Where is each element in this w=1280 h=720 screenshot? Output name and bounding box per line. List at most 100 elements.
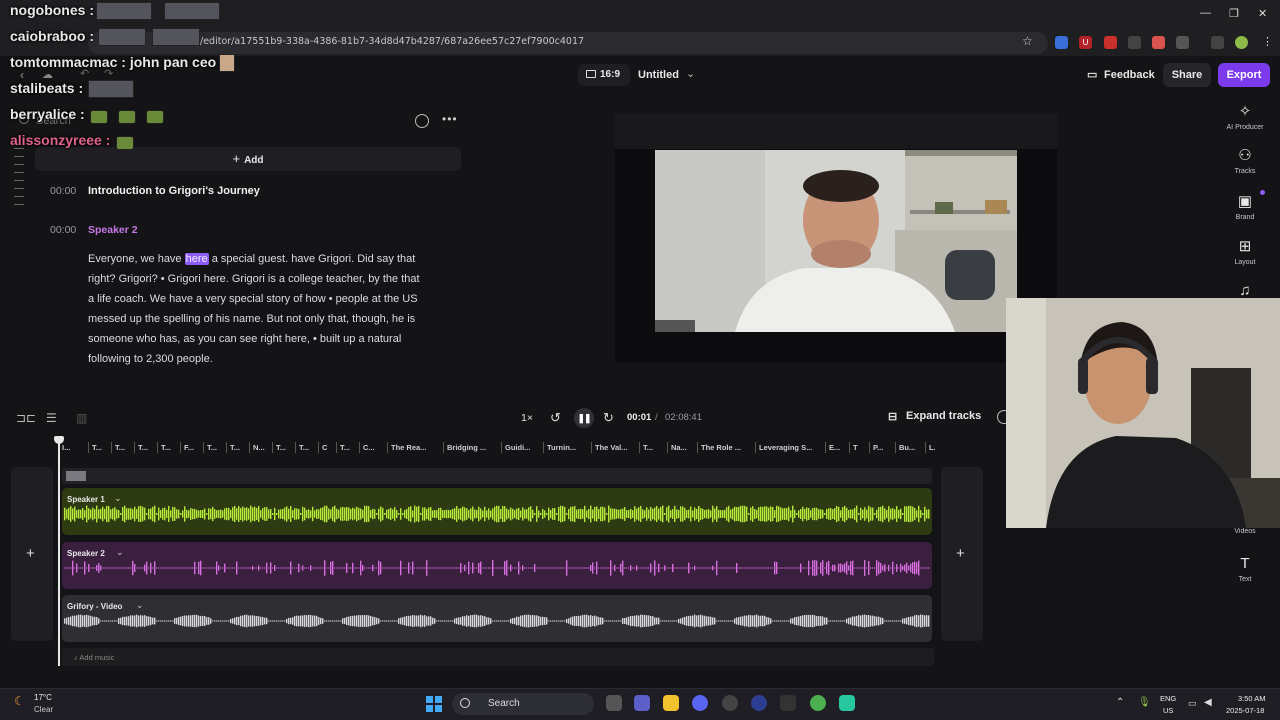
maximize-icon[interactable]: ❐ bbox=[1229, 7, 1239, 20]
playhead[interactable] bbox=[58, 439, 60, 666]
rail-text[interactable]: T Text bbox=[1220, 555, 1270, 583]
media-player-icon[interactable] bbox=[751, 695, 767, 711]
chevron-down-icon[interactable]: ⌄ bbox=[686, 67, 695, 80]
chapter-label[interactable]: T... bbox=[643, 443, 653, 452]
add-track-left-icon[interactable]: + bbox=[26, 545, 35, 562]
chapter-label[interactable]: E... bbox=[829, 443, 840, 452]
video-track[interactable]: Grifory - Video ⌄ bbox=[62, 595, 932, 642]
section-title[interactable]: Introduction to Grigori's Journey bbox=[88, 185, 260, 197]
network-icon[interactable]: ▭ bbox=[1188, 698, 1197, 709]
chrome-icon[interactable] bbox=[810, 695, 826, 711]
app-icon[interactable] bbox=[780, 695, 796, 711]
export-button[interactable]: Export bbox=[1218, 63, 1270, 87]
add-track-right-icon[interactable]: + bbox=[956, 545, 965, 562]
thumbnail-track[interactable] bbox=[62, 468, 932, 484]
more-options-icon[interactable]: ••• bbox=[442, 112, 458, 126]
url-text[interactable]: /editor/a17551b9-338a-4386-81b7-34d8d47b… bbox=[200, 36, 584, 47]
speaker-1-track[interactable]: Speaker 1 ⌄ bbox=[62, 488, 932, 535]
weather-condition[interactable]: Clear bbox=[34, 705, 53, 714]
input-language[interactable]: ENG bbox=[1160, 694, 1176, 703]
chapter-label[interactable]: Bridging ... bbox=[447, 443, 486, 452]
microphone-icon[interactable]: 🎙 bbox=[1138, 697, 1151, 708]
chapter-label[interactable]: L... bbox=[929, 443, 935, 452]
chapter-label[interactable]: T... bbox=[207, 443, 217, 452]
minimize-icon[interactable]: — bbox=[1200, 7, 1211, 19]
split-view-icon[interactable]: ⊐⊏ bbox=[16, 411, 36, 425]
add-music-bar[interactable]: ♪ Add music bbox=[62, 648, 934, 666]
transcript-paragraph[interactable]: Everyone, we have here a special guest. … bbox=[88, 249, 423, 369]
mic-extension-icon[interactable] bbox=[1128, 36, 1141, 49]
chapter-label[interactable]: T... bbox=[230, 443, 240, 452]
ublock-icon[interactable]: U bbox=[1079, 36, 1092, 49]
speaker-timestamp[interactable]: 00:00 bbox=[50, 224, 76, 236]
extension-icon[interactable] bbox=[1104, 36, 1117, 49]
speaker-label[interactable]: Speaker 2 bbox=[88, 224, 138, 236]
app-icon[interactable] bbox=[839, 695, 855, 711]
rail-brand[interactable]: ▣ Brand bbox=[1220, 192, 1270, 221]
chapter-label[interactable]: C... bbox=[363, 443, 375, 452]
chapter-label[interactable]: T... bbox=[138, 443, 148, 452]
extension-icon[interactable] bbox=[1152, 36, 1165, 49]
chapter-label[interactable]: Leveraging S... bbox=[759, 443, 812, 452]
profile-avatar[interactable] bbox=[1235, 36, 1248, 49]
clock-time[interactable]: 3:50 AM bbox=[1238, 694, 1266, 703]
transcript-minimap[interactable] bbox=[14, 148, 26, 212]
highlighted-word[interactable]: here bbox=[184, 253, 209, 265]
chevron-down-icon[interactable]: ⌄ bbox=[114, 493, 122, 504]
rail-layout[interactable]: ⊞ Layout bbox=[1220, 237, 1270, 266]
teams-icon[interactable] bbox=[634, 695, 650, 711]
chapter-ruler[interactable]: I... T... T... T... T... F... T... T... N... T...… bbox=[60, 441, 935, 455]
chapter-label[interactable]: T... bbox=[161, 443, 171, 452]
playback-speed[interactable]: 1× bbox=[521, 412, 533, 424]
tray-chevron-icon[interactable]: ⌃ bbox=[1116, 697, 1124, 708]
file-explorer-icon[interactable] bbox=[663, 695, 679, 711]
chapter-label[interactable]: Bu... bbox=[899, 443, 915, 452]
weather-icon[interactable]: ☾ bbox=[14, 694, 25, 708]
chapter-label[interactable]: T... bbox=[276, 443, 286, 452]
chapter-label[interactable]: T... bbox=[92, 443, 102, 452]
expand-tracks-button[interactable]: ⊟ Expand tracks bbox=[888, 410, 981, 423]
close-window-icon[interactable]: ✕ bbox=[1258, 7, 1267, 20]
section-timestamp[interactable]: 00:00 bbox=[50, 185, 76, 197]
rail-videos[interactable]: Videos bbox=[1220, 528, 1270, 535]
chapter-label[interactable]: T... bbox=[299, 443, 309, 452]
speaker-2-track[interactable]: Speaker 2 ⌄ bbox=[62, 542, 932, 589]
share-button[interactable]: Share bbox=[1163, 63, 1211, 87]
reading-list-icon[interactable] bbox=[1211, 36, 1224, 49]
aspect-ratio-button[interactable]: 16:9 bbox=[578, 64, 630, 86]
chevron-down-icon[interactable]: ⌄ bbox=[136, 600, 144, 611]
chapter-label[interactable]: The Rea... bbox=[391, 443, 426, 452]
chapter-label[interactable]: Turnin... bbox=[547, 443, 576, 452]
input-region[interactable]: US bbox=[1163, 706, 1173, 715]
rail-tracks[interactable]: ⚇ Tracks bbox=[1220, 146, 1270, 175]
chapter-label[interactable]: T bbox=[853, 443, 858, 452]
bookmark-star-icon[interactable]: ☆ bbox=[1022, 34, 1033, 48]
task-view-icon[interactable] bbox=[606, 695, 622, 711]
chevron-down-icon[interactable]: ⌄ bbox=[116, 547, 124, 558]
taskbar-search[interactable]: Search bbox=[452, 693, 594, 715]
volume-icon[interactable]: ◀ bbox=[1204, 697, 1212, 708]
layout-toggle-icon[interactable]: ▥ bbox=[76, 411, 87, 425]
windows-start-icon[interactable] bbox=[426, 696, 442, 712]
project-title[interactable]: Untitled bbox=[638, 69, 679, 81]
chapter-label[interactable]: The Role ... bbox=[701, 443, 741, 452]
chapter-label[interactable]: Guidi... bbox=[505, 443, 530, 452]
chapter-label[interactable]: C bbox=[322, 443, 327, 452]
chapter-label[interactable]: P... bbox=[873, 443, 883, 452]
browser-menu-icon[interactable]: ⋮ bbox=[1262, 35, 1273, 48]
weather-temperature[interactable]: 17°C bbox=[34, 693, 52, 702]
feedback-button[interactable]: ▭ Feedback bbox=[1084, 64, 1155, 86]
skip-back-icon[interactable]: ↺ bbox=[550, 410, 561, 426]
rail-ai-producer[interactable]: ✧ AI Producer bbox=[1220, 102, 1270, 131]
guest-video-frame[interactable] bbox=[655, 150, 1017, 332]
chapter-label[interactable]: Na... bbox=[671, 443, 687, 452]
skip-forward-icon[interactable]: ↻ bbox=[603, 410, 614, 426]
list-icon[interactable]: ☰ bbox=[46, 411, 57, 425]
discord-icon[interactable] bbox=[692, 695, 708, 711]
chapter-label[interactable]: T... bbox=[115, 443, 125, 452]
pause-button[interactable]: ❚❚ bbox=[574, 408, 594, 428]
clock-date[interactable]: 2025-07-18 bbox=[1226, 706, 1264, 715]
chapter-label[interactable]: T... bbox=[340, 443, 350, 452]
add-button[interactable]: + Add bbox=[35, 147, 461, 171]
puzzle-icon[interactable] bbox=[1176, 36, 1189, 49]
